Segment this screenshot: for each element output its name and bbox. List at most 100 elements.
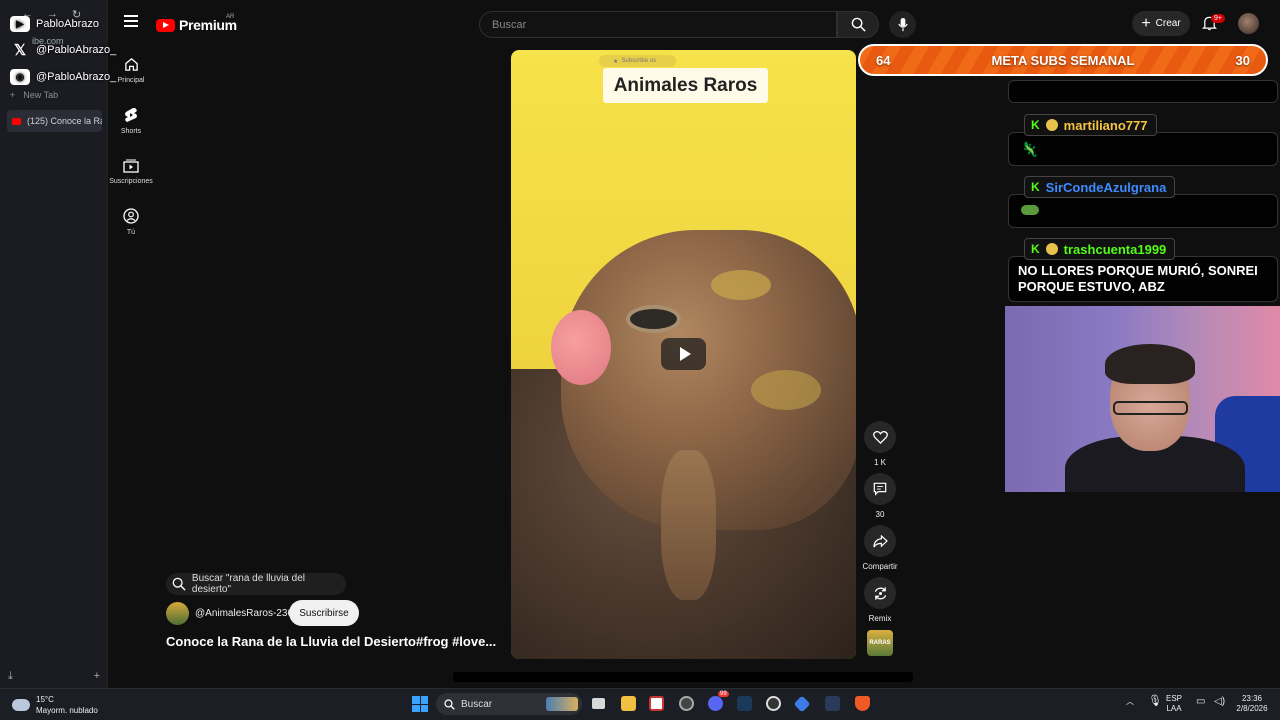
- windows-taskbar: [0, 688, 1280, 720]
- discord-taskbar-icon[interactable]: [708, 696, 723, 711]
- kick-icon: K: [1031, 118, 1040, 132]
- taskbar-search-label: Buscar: [461, 698, 493, 710]
- comments-button[interactable]: 30: [862, 473, 898, 519]
- chat-username-tag: K SirCondeAzulgrana: [1024, 176, 1176, 198]
- obs-icon[interactable]: [679, 696, 694, 711]
- channel-name[interactable]: @AnimalesRaros-236: [195, 608, 293, 619]
- time: 23:36: [1241, 694, 1263, 703]
- create-label: Crear: [1155, 18, 1181, 29]
- share-icon: [872, 534, 888, 548]
- kick-icon: K: [1031, 242, 1040, 256]
- channel-avatar[interactable]: [166, 602, 189, 625]
- add-icon[interactable]: +: [94, 670, 100, 683]
- play-button[interactable]: [661, 338, 706, 370]
- plus-icon: +: [10, 90, 16, 100]
- discord-icon: ◉: [10, 69, 30, 85]
- social-handle: @PabloAbrazo_: [36, 71, 117, 83]
- star-icon: ★: [613, 58, 619, 65]
- temperature: 15°C: [36, 695, 54, 704]
- weather-text: 15°C Mayorm. nublado: [36, 694, 98, 716]
- lang-bottom: LAA: [1166, 704, 1182, 713]
- brave-browser-icon[interactable]: [855, 696, 870, 711]
- subs-goal-bar: 64 META SUBS SEMANAL 30: [858, 44, 1268, 76]
- snipping-tool-icon[interactable]: [649, 696, 664, 711]
- goal-label: META SUBS SEMANAL: [991, 52, 1135, 68]
- nav-label: Shorts: [120, 128, 142, 135]
- remix-label: Remix: [868, 614, 892, 623]
- related-search-chip[interactable]: Buscar "rana de lluvia del desierto": [166, 573, 346, 595]
- windows-start-icon[interactable]: [412, 696, 428, 712]
- comment-icon: [873, 482, 887, 496]
- create-button[interactable]: + Crear: [1132, 11, 1190, 36]
- frog-eye: [626, 305, 681, 333]
- social-youtube: ▶ PabloAbrazo: [10, 14, 99, 34]
- short-video-player[interactable]: ★ Subscribe us Animales Raros: [511, 50, 856, 659]
- language-indicator[interactable]: ESP LAA: [1166, 694, 1182, 714]
- plus-icon: +: [1141, 14, 1151, 32]
- volume-icon[interactable]: ◁): [1214, 697, 1225, 707]
- youtube-favicon-icon: [12, 117, 21, 125]
- youtube-premium-logo[interactable]: Premium: [156, 17, 237, 33]
- search-highlight-image: [546, 697, 578, 711]
- tab-title: (125) Conoce la Ra: [27, 116, 102, 126]
- new-tab-button[interactable]: + New Tab: [10, 90, 58, 100]
- webcam-feed: [1005, 306, 1280, 492]
- heart-icon: [872, 430, 888, 444]
- x-logo-icon: 𝕏: [13, 42, 27, 59]
- chat-message-box: [1008, 80, 1278, 103]
- search-icon: [444, 698, 455, 710]
- chat-username-tag: K martiliano777: [1024, 114, 1157, 136]
- voice-search-button[interactable]: [889, 11, 916, 38]
- weather-widget[interactable]: 15°C Mayorm. nublado: [12, 694, 98, 716]
- emote-icon: [1021, 205, 1039, 215]
- nav-item-shorts[interactable]: Shorts: [108, 107, 154, 135]
- video-title[interactable]: Conoce la Rana de la Lluvia del Desierto…: [166, 634, 496, 649]
- social-x: 𝕏 @PabloAbrazo_: [10, 40, 116, 60]
- lang-top: ESP: [1166, 694, 1183, 703]
- emote-icon: 🦎: [1021, 141, 1039, 157]
- audio-app-icon[interactable]: [825, 696, 840, 711]
- nav-item-subscriptions[interactable]: Suscripciones: [108, 157, 154, 185]
- account-avatar[interactable]: [1238, 13, 1259, 34]
- remix-button[interactable]: Remix: [862, 577, 898, 623]
- chat-message-box: [1008, 194, 1278, 228]
- subscribe-button[interactable]: Suscribirse: [289, 600, 359, 626]
- share-label: Compartir: [862, 562, 898, 571]
- nav-label: Principal: [117, 77, 145, 84]
- nav-item-home[interactable]: Principal: [108, 56, 154, 84]
- search-icon: [851, 17, 866, 32]
- discord-badge: 99: [718, 691, 729, 697]
- like-button[interactable]: 1 K: [862, 421, 898, 467]
- microphone-icon[interactable]: 🎙: [1148, 696, 1162, 707]
- taskbar-search[interactable]: Buscar: [436, 693, 582, 715]
- file-explorer-icon[interactable]: [621, 696, 636, 711]
- chevron-up-icon[interactable]: ︿: [1126, 697, 1134, 707]
- steam-icon[interactable]: [737, 696, 752, 711]
- menu-icon[interactable]: [124, 15, 138, 30]
- app-icon[interactable]: [766, 696, 781, 711]
- date: 2/8/2026: [1236, 704, 1268, 713]
- frog-spot: [711, 270, 771, 300]
- search-input[interactable]: Buscar: [479, 11, 837, 38]
- search-button[interactable]: [837, 11, 879, 38]
- streamer-hair: [1105, 344, 1195, 384]
- share-button[interactable]: Compartir: [862, 525, 898, 571]
- nav-item-you[interactable]: Tú: [108, 208, 154, 236]
- task-view-icon[interactable]: [592, 698, 605, 709]
- chat-username-tag: K trashcuenta1999: [1024, 238, 1176, 260]
- network-icon[interactable]: ▭: [1196, 697, 1205, 707]
- social-handle: PabloAbrazo: [36, 18, 99, 30]
- frog-leg: [661, 450, 716, 600]
- channel-thumbnail[interactable]: RARAS: [867, 630, 893, 656]
- subscriptions-icon: [123, 157, 139, 173]
- notification-badge: 9+: [1211, 14, 1225, 23]
- clock[interactable]: 23:36 2/8/2026: [1232, 694, 1272, 714]
- video-progress-bar[interactable]: [453, 672, 913, 682]
- home-icon: [123, 56, 139, 72]
- youtube-logo-icon: [156, 18, 175, 32]
- nav-label: Suscripciones: [109, 178, 153, 185]
- browser-tab-active[interactable]: (125) Conoce la Ra: [7, 110, 102, 132]
- cloud-icon: [12, 699, 30, 711]
- download-icon[interactable]: ⤓: [8, 670, 13, 683]
- browser-tab-strip: ← → ↻ ibe.com + New Tab (125) Conoce la …: [0, 0, 108, 688]
